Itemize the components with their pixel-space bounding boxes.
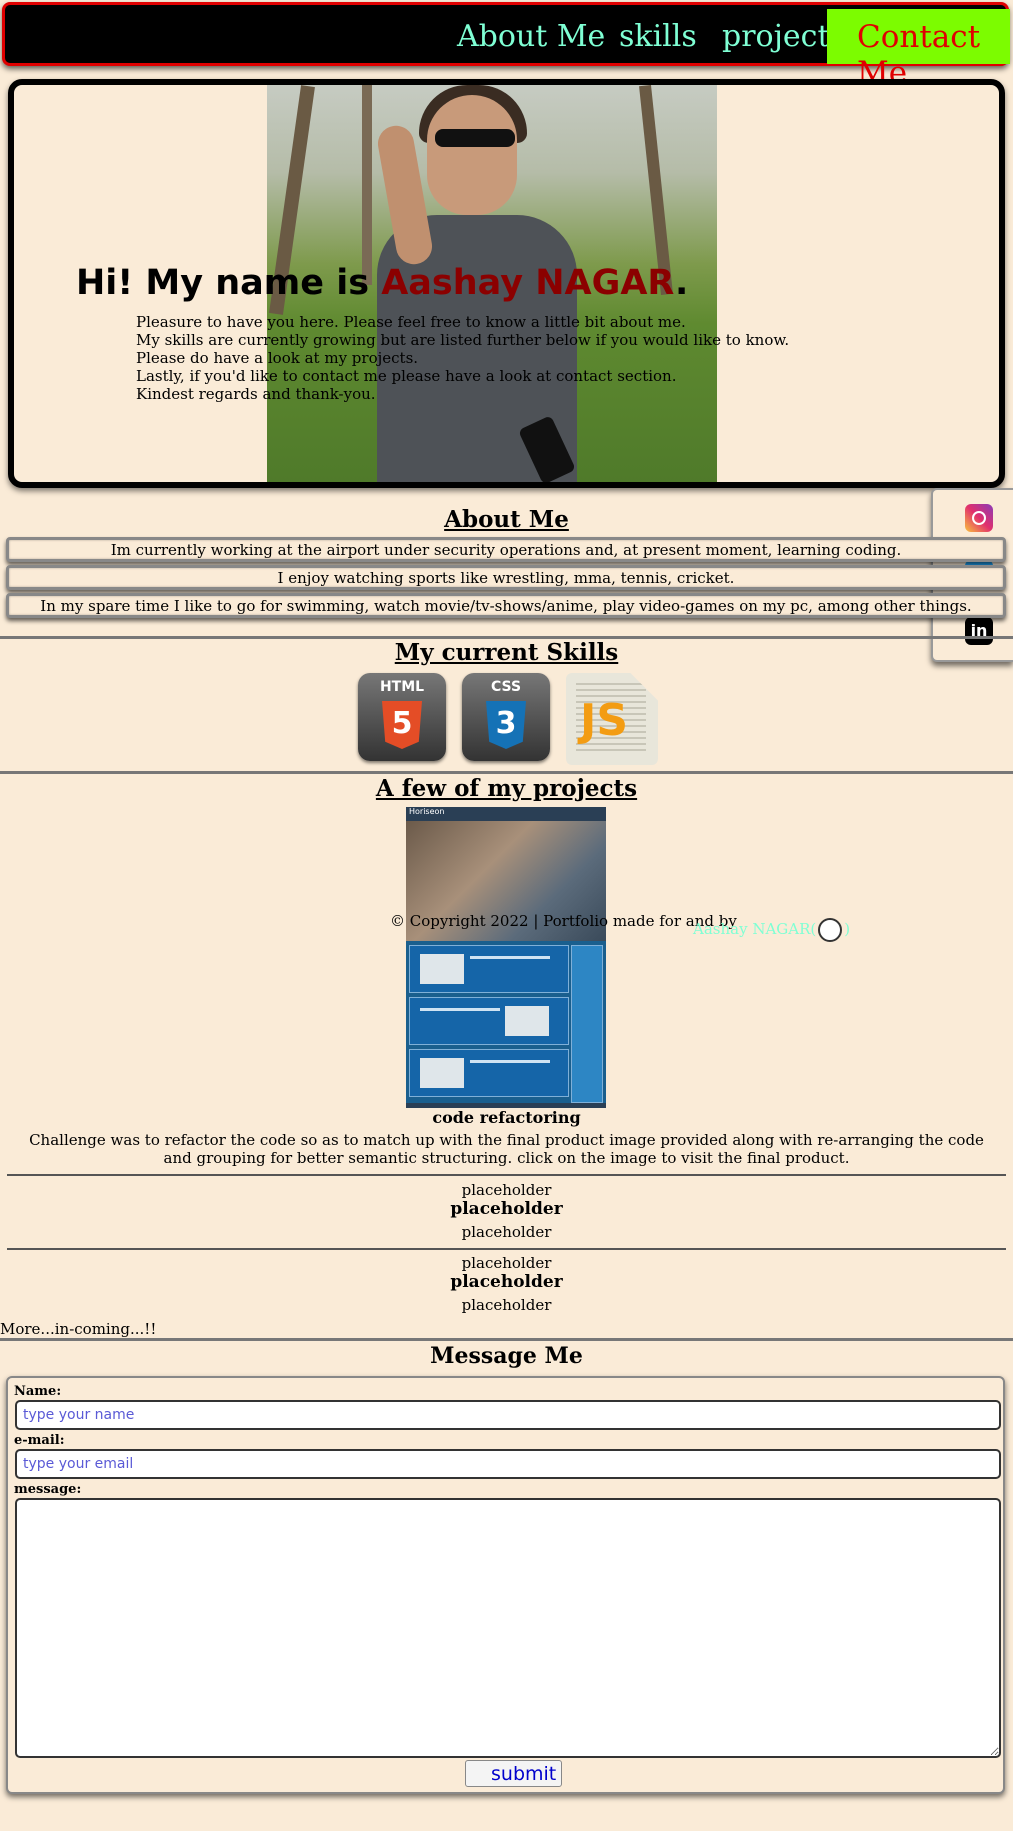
more-incoming-text: More...in-coming...!! [0, 1320, 157, 1338]
section-divider [0, 771, 1013, 774]
nav-link-about[interactable]: About Me [457, 19, 605, 54]
section-divider [0, 1338, 1013, 1341]
intro-line: Pleasure to have you here. Please feel f… [136, 313, 686, 331]
thumbnail-brand: Horiseon [409, 807, 445, 816]
top-navbar: About Me skills projects Contact Me [2, 2, 1010, 91]
hero-intro: Pleasure to have you here. Please feel f… [136, 313, 789, 403]
about-heading: About Me [444, 506, 569, 533]
message-label: message: [14, 1482, 82, 1497]
about-item: In my spare time I like to go for swimmi… [6, 593, 1006, 618]
footer-copyright: © Copyright 2022 | Portfolio made for an… [390, 912, 737, 930]
nav-link-contact[interactable]: Contact Me [827, 9, 1010, 91]
email-input[interactable] [15, 1449, 1001, 1479]
css3-icon: CSS 3 [462, 673, 550, 761]
javascript-icon: JS [566, 673, 658, 765]
projects-heading: A few of my projects [375, 775, 638, 802]
footer-author-link[interactable]: Aashay NAGAR() [693, 918, 850, 942]
intro-line: My skills are currently growing but are … [136, 331, 790, 349]
about-item: I enjoy watching sports like wrestling, … [6, 565, 1006, 590]
intro-line: Kindest regards and thank-you. [136, 385, 376, 403]
placeholder-text: placeholder [461, 1254, 552, 1272]
placeholder-text: placeholder [461, 1223, 552, 1241]
project-description: Challenge was to refactor the code so as… [29, 1131, 984, 1167]
project-title: code refactoring [432, 1108, 581, 1127]
project-thumbnail[interactable]: Horiseon [406, 807, 606, 1108]
placeholder-title: placeholder [450, 1272, 563, 1292]
placeholder-title: placeholder [450, 1199, 563, 1219]
contact-form: Name: e-mail: message: submit [6, 1376, 1005, 1794]
hero-section: Hi! My name is Aashay NAGAR. Pleasure to… [8, 79, 1005, 488]
hero-greeting: Hi! My name is Aashay NAGAR. [76, 263, 689, 303]
html5-icon: HTML 5 [358, 673, 446, 761]
name-label: Name: [14, 1384, 62, 1399]
intro-line: Please do have a look at my projects. [136, 349, 419, 367]
intro-line: Lastly, if you'd like to contact me plea… [136, 367, 677, 385]
message-textarea[interactable] [15, 1498, 1001, 1758]
skills-heading: My current Skills [394, 639, 619, 666]
github-icon[interactable] [818, 918, 843, 942]
hero-name: Aashay NAGAR [381, 263, 676, 303]
project-divider [7, 1174, 1006, 1176]
project-divider [7, 1248, 1006, 1250]
email-label: e-mail: [14, 1433, 65, 1448]
submit-button[interactable]: submit [465, 1760, 562, 1787]
name-input[interactable] [15, 1400, 1001, 1430]
contact-heading: Message Me [430, 1343, 583, 1369]
placeholder-text: placeholder [461, 1181, 552, 1199]
about-item: Im currently working at the airport unde… [6, 537, 1006, 562]
placeholder-text: placeholder [461, 1296, 552, 1314]
nav-link-skills[interactable]: skills [619, 19, 697, 54]
